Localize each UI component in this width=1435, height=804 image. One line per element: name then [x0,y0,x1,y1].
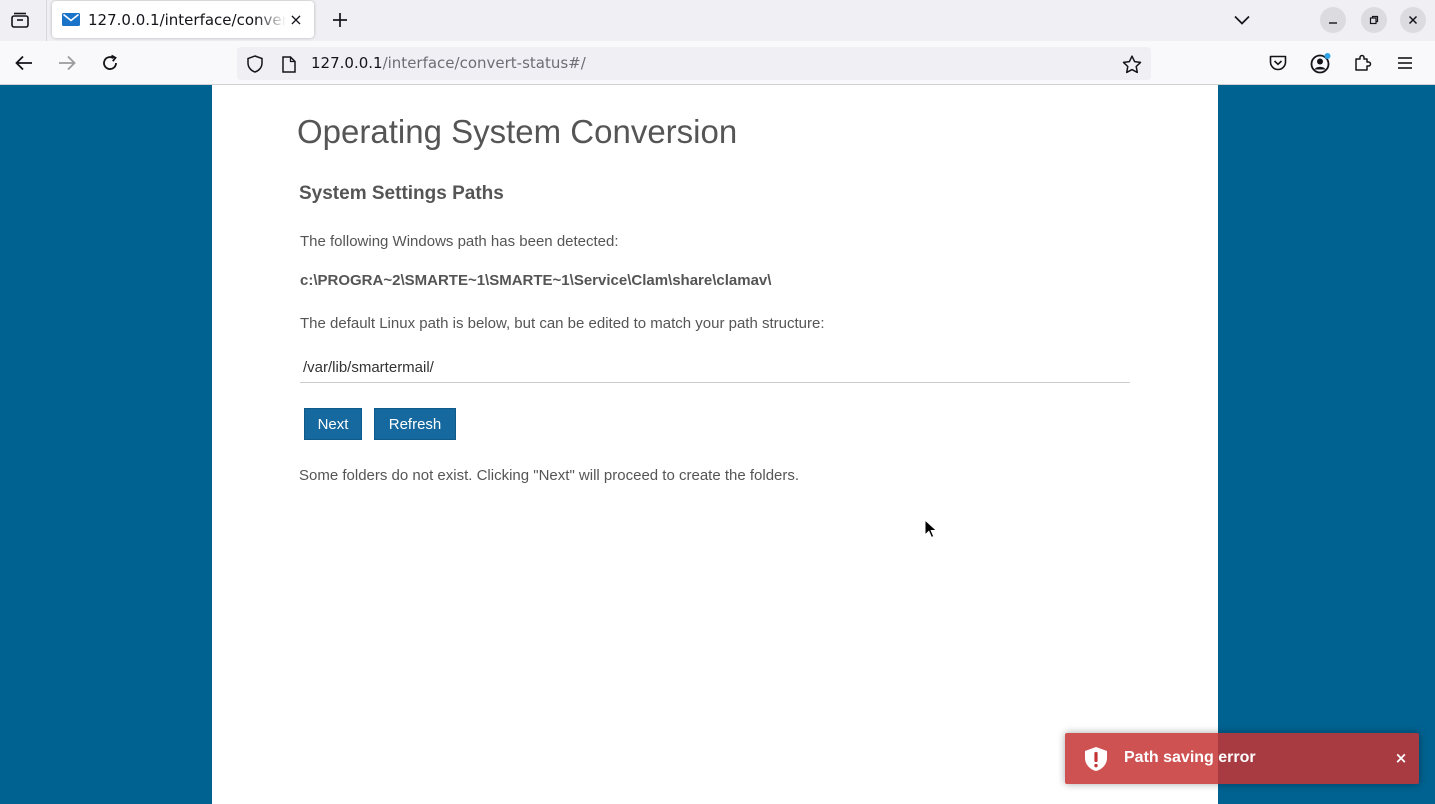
windows-path: c:\PROGRA~2\SMARTE~1\SMARTE~1\Service\Cl… [300,272,772,289]
shield-icon[interactable] [245,54,265,74]
error-toast: Path saving error × [1065,733,1419,784]
hamburger-menu-icon[interactable] [1391,49,1419,77]
page-icon[interactable] [280,54,298,74]
browser-nav-bar: 127.0.0.1/interface/convert-status#/ [0,41,1435,85]
section-title: System Settings Paths [299,183,504,204]
puzzle-icon[interactable] [1349,49,1377,77]
mouse-cursor-icon [924,518,938,539]
minimize-icon[interactable] [1320,7,1346,33]
browser-tab-bar: 127.0.0.1/interface/convert-status#/ × [0,0,1435,41]
shield-alert-icon [1083,746,1109,772]
tab-close-icon[interactable]: × [287,10,305,29]
detected-path-label: The following Windows path has been dete… [300,233,619,250]
refresh-button[interactable]: Refresh [374,408,456,440]
browser-tab[interactable]: 127.0.0.1/interface/convert-status#/ × [52,1,314,38]
next-button[interactable]: Next [304,408,362,440]
content-panel: Operating System Conversion System Setti… [212,85,1218,804]
reload-icon[interactable] [96,49,124,77]
linux-path-label: The default Linux path is below, but can… [300,315,825,332]
toast-message: Path saving error [1124,749,1256,766]
star-icon[interactable] [1121,53,1143,75]
account-icon[interactable] [1307,49,1335,77]
plus-icon[interactable] [326,6,354,34]
back-arrow-icon[interactable] [10,49,38,77]
chevron-down-icon[interactable] [1228,6,1256,34]
envelope-icon [62,13,80,26]
url-host: 127.0.0.1 [311,54,383,72]
close-icon[interactable] [1400,7,1426,33]
tab-overview-icon[interactable] [6,6,34,34]
tab-title: 127.0.0.1/interface/convert-status#/ [88,10,286,29]
url-text[interactable]: 127.0.0.1/interface/convert-status#/ [311,54,586,72]
toast-close-icon[interactable]: × [1393,749,1409,767]
url-bar[interactable]: 127.0.0.1/interface/convert-status#/ [237,47,1151,80]
pocket-icon[interactable] [1264,49,1292,77]
url-path: /interface/convert-status#/ [382,54,586,72]
restore-icon[interactable] [1361,7,1387,33]
forward-arrow-icon[interactable] [53,49,81,77]
page-title: Operating System Conversion [297,113,738,150]
linux-path-input[interactable] [300,353,1130,383]
tab-separator [46,0,47,41]
folders-note: Some folders do not exist. Clicking "Nex… [299,467,800,484]
